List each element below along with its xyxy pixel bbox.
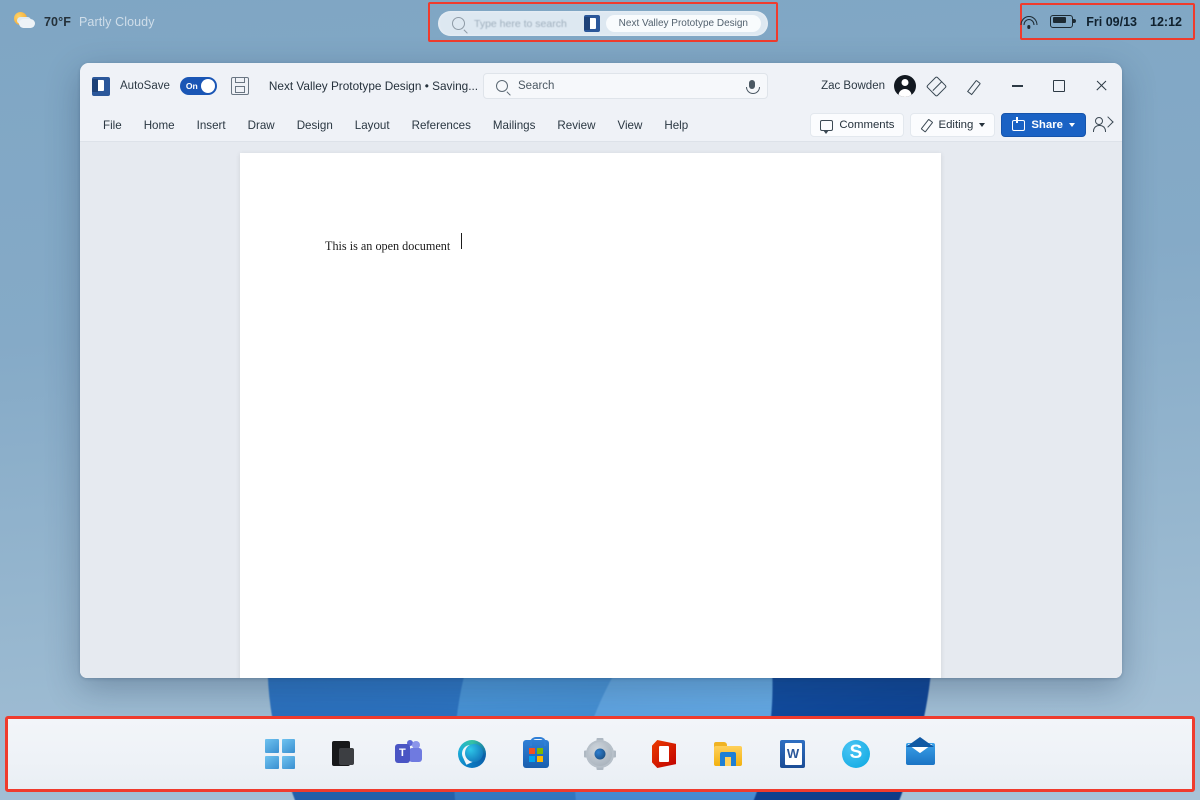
battery-icon[interactable] bbox=[1050, 15, 1076, 28]
avatar[interactable] bbox=[894, 75, 916, 97]
weather-temperature: 70°F bbox=[44, 15, 71, 29]
close-button[interactable] bbox=[1080, 63, 1122, 109]
document-title[interactable]: Next Valley Prototype Design • Saving... bbox=[269, 79, 478, 93]
minimize-button[interactable] bbox=[996, 63, 1038, 109]
file-explorer-icon bbox=[714, 742, 742, 766]
tab-review[interactable]: Review bbox=[546, 114, 606, 137]
pen-icon bbox=[920, 119, 932, 131]
taskbar: W bbox=[8, 719, 1192, 789]
tray-time[interactable]: 12:12 bbox=[1150, 15, 1182, 29]
taskbar-item-settings[interactable] bbox=[578, 732, 622, 776]
copilot-button[interactable] bbox=[916, 63, 956, 109]
start-icon bbox=[265, 739, 295, 769]
autosave-state: On bbox=[185, 81, 198, 91]
document-canvas: This is an open document bbox=[80, 142, 1122, 678]
taskbar-item-skype[interactable] bbox=[834, 732, 878, 776]
weather-condition: Partly Cloudy bbox=[78, 15, 155, 29]
taskbar-item-edge[interactable] bbox=[450, 732, 494, 776]
desktop: 70°F Partly Cloudy Type here to search N… bbox=[0, 0, 1200, 800]
gear-icon bbox=[584, 738, 616, 770]
tab-mailings[interactable]: Mailings bbox=[482, 114, 547, 137]
taskbar-item-widgets[interactable] bbox=[322, 732, 366, 776]
toggle-knob bbox=[200, 79, 215, 93]
editing-label: Editing bbox=[938, 119, 974, 131]
share-label: Share bbox=[1031, 119, 1063, 131]
edge-icon bbox=[458, 740, 486, 768]
comments-label: Comments bbox=[839, 119, 895, 131]
taskbar-item-start[interactable] bbox=[258, 732, 302, 776]
word-title-bar: AutoSave On Next Valley Prototype Design… bbox=[80, 63, 1122, 109]
comment-icon bbox=[820, 119, 834, 134]
word-ribbon: File Home Insert Draw Design Layout Refe… bbox=[80, 109, 1122, 142]
chevron-down-icon bbox=[979, 123, 986, 127]
office-icon bbox=[652, 740, 676, 768]
word-window: AutoSave On Next Valley Prototype Design… bbox=[80, 63, 1122, 678]
microphone-icon[interactable] bbox=[746, 80, 760, 94]
maximize-button[interactable] bbox=[1038, 63, 1080, 109]
tab-layout[interactable]: Layout bbox=[344, 114, 401, 137]
tab-view[interactable]: View bbox=[606, 114, 653, 137]
store-icon bbox=[523, 737, 549, 768]
save-icon[interactable] bbox=[230, 77, 249, 95]
teams-icon bbox=[394, 740, 422, 768]
minimize-icon bbox=[1011, 85, 1023, 87]
weather-widget[interactable]: 70°F Partly Cloudy bbox=[14, 8, 155, 36]
document-page[interactable]: This is an open document bbox=[240, 153, 941, 678]
taskbar-search-annotation: Type here to search Next Valley Prototyp… bbox=[428, 2, 778, 42]
close-icon bbox=[1095, 80, 1107, 92]
draw-button[interactable] bbox=[956, 63, 996, 109]
sun-cloud-icon bbox=[14, 11, 36, 33]
taskbar-search-placeholder: Type here to search bbox=[474, 17, 567, 30]
tab-file[interactable]: File bbox=[92, 114, 133, 137]
word-icon bbox=[92, 76, 110, 96]
share-icon bbox=[1012, 116, 1026, 131]
tab-design[interactable]: Design bbox=[286, 114, 344, 137]
taskbar-item-teams[interactable] bbox=[386, 732, 430, 776]
user-name: Zac Bowden bbox=[821, 80, 885, 92]
word-icon: W bbox=[779, 740, 805, 768]
autosave-toggle[interactable]: On bbox=[179, 77, 217, 95]
word-search-box[interactable]: Search bbox=[483, 73, 768, 99]
tab-insert[interactable]: Insert bbox=[186, 114, 237, 137]
mail-icon bbox=[905, 737, 935, 765]
tab-help[interactable]: Help bbox=[653, 114, 699, 137]
person-share-icon[interactable] bbox=[1092, 114, 1114, 136]
skype-icon bbox=[842, 740, 870, 768]
diamond-icon bbox=[925, 75, 947, 97]
comments-button[interactable]: Comments bbox=[810, 113, 905, 137]
taskbar-annotation: W bbox=[5, 716, 1195, 792]
document-body-text[interactable]: This is an open document bbox=[325, 239, 450, 254]
taskbar-item-file-explorer[interactable] bbox=[706, 732, 750, 776]
text-cursor bbox=[461, 233, 463, 249]
editing-button[interactable]: Editing bbox=[910, 113, 996, 137]
system-tray-annotation: Fri 09/13 12:12 bbox=[1020, 3, 1195, 40]
share-button[interactable]: Share bbox=[1001, 113, 1086, 137]
maximize-icon bbox=[1053, 80, 1065, 92]
tab-references[interactable]: References bbox=[401, 114, 482, 137]
tray-date[interactable]: Fri 09/13 bbox=[1086, 15, 1137, 29]
widgets-icon bbox=[330, 740, 358, 768]
wifi-icon[interactable] bbox=[1020, 15, 1038, 29]
taskbar-item-mail[interactable] bbox=[898, 732, 942, 776]
taskbar-item-store[interactable] bbox=[514, 732, 558, 776]
search-icon bbox=[452, 17, 465, 30]
tab-draw[interactable]: Draw bbox=[237, 114, 286, 137]
taskbar-item-office[interactable] bbox=[642, 732, 686, 776]
pen-icon bbox=[969, 79, 983, 93]
word-icon bbox=[583, 15, 600, 32]
taskbar-search-box[interactable]: Type here to search Next Valley Prototyp… bbox=[438, 11, 768, 36]
search-icon bbox=[496, 80, 508, 92]
taskbar-search-suggestion-label: Next Valley Prototype Design bbox=[605, 15, 761, 32]
tab-home[interactable]: Home bbox=[133, 114, 186, 137]
taskbar-search-suggestion[interactable]: Next Valley Prototype Design bbox=[583, 14, 761, 33]
chevron-down-icon bbox=[1069, 123, 1075, 127]
ribbon-tabs: File Home Insert Draw Design Layout Refe… bbox=[92, 114, 699, 137]
taskbar-item-word[interactable]: W bbox=[770, 732, 814, 776]
autosave-label: AutoSave bbox=[120, 80, 170, 92]
word-search-placeholder: Search bbox=[518, 80, 555, 92]
